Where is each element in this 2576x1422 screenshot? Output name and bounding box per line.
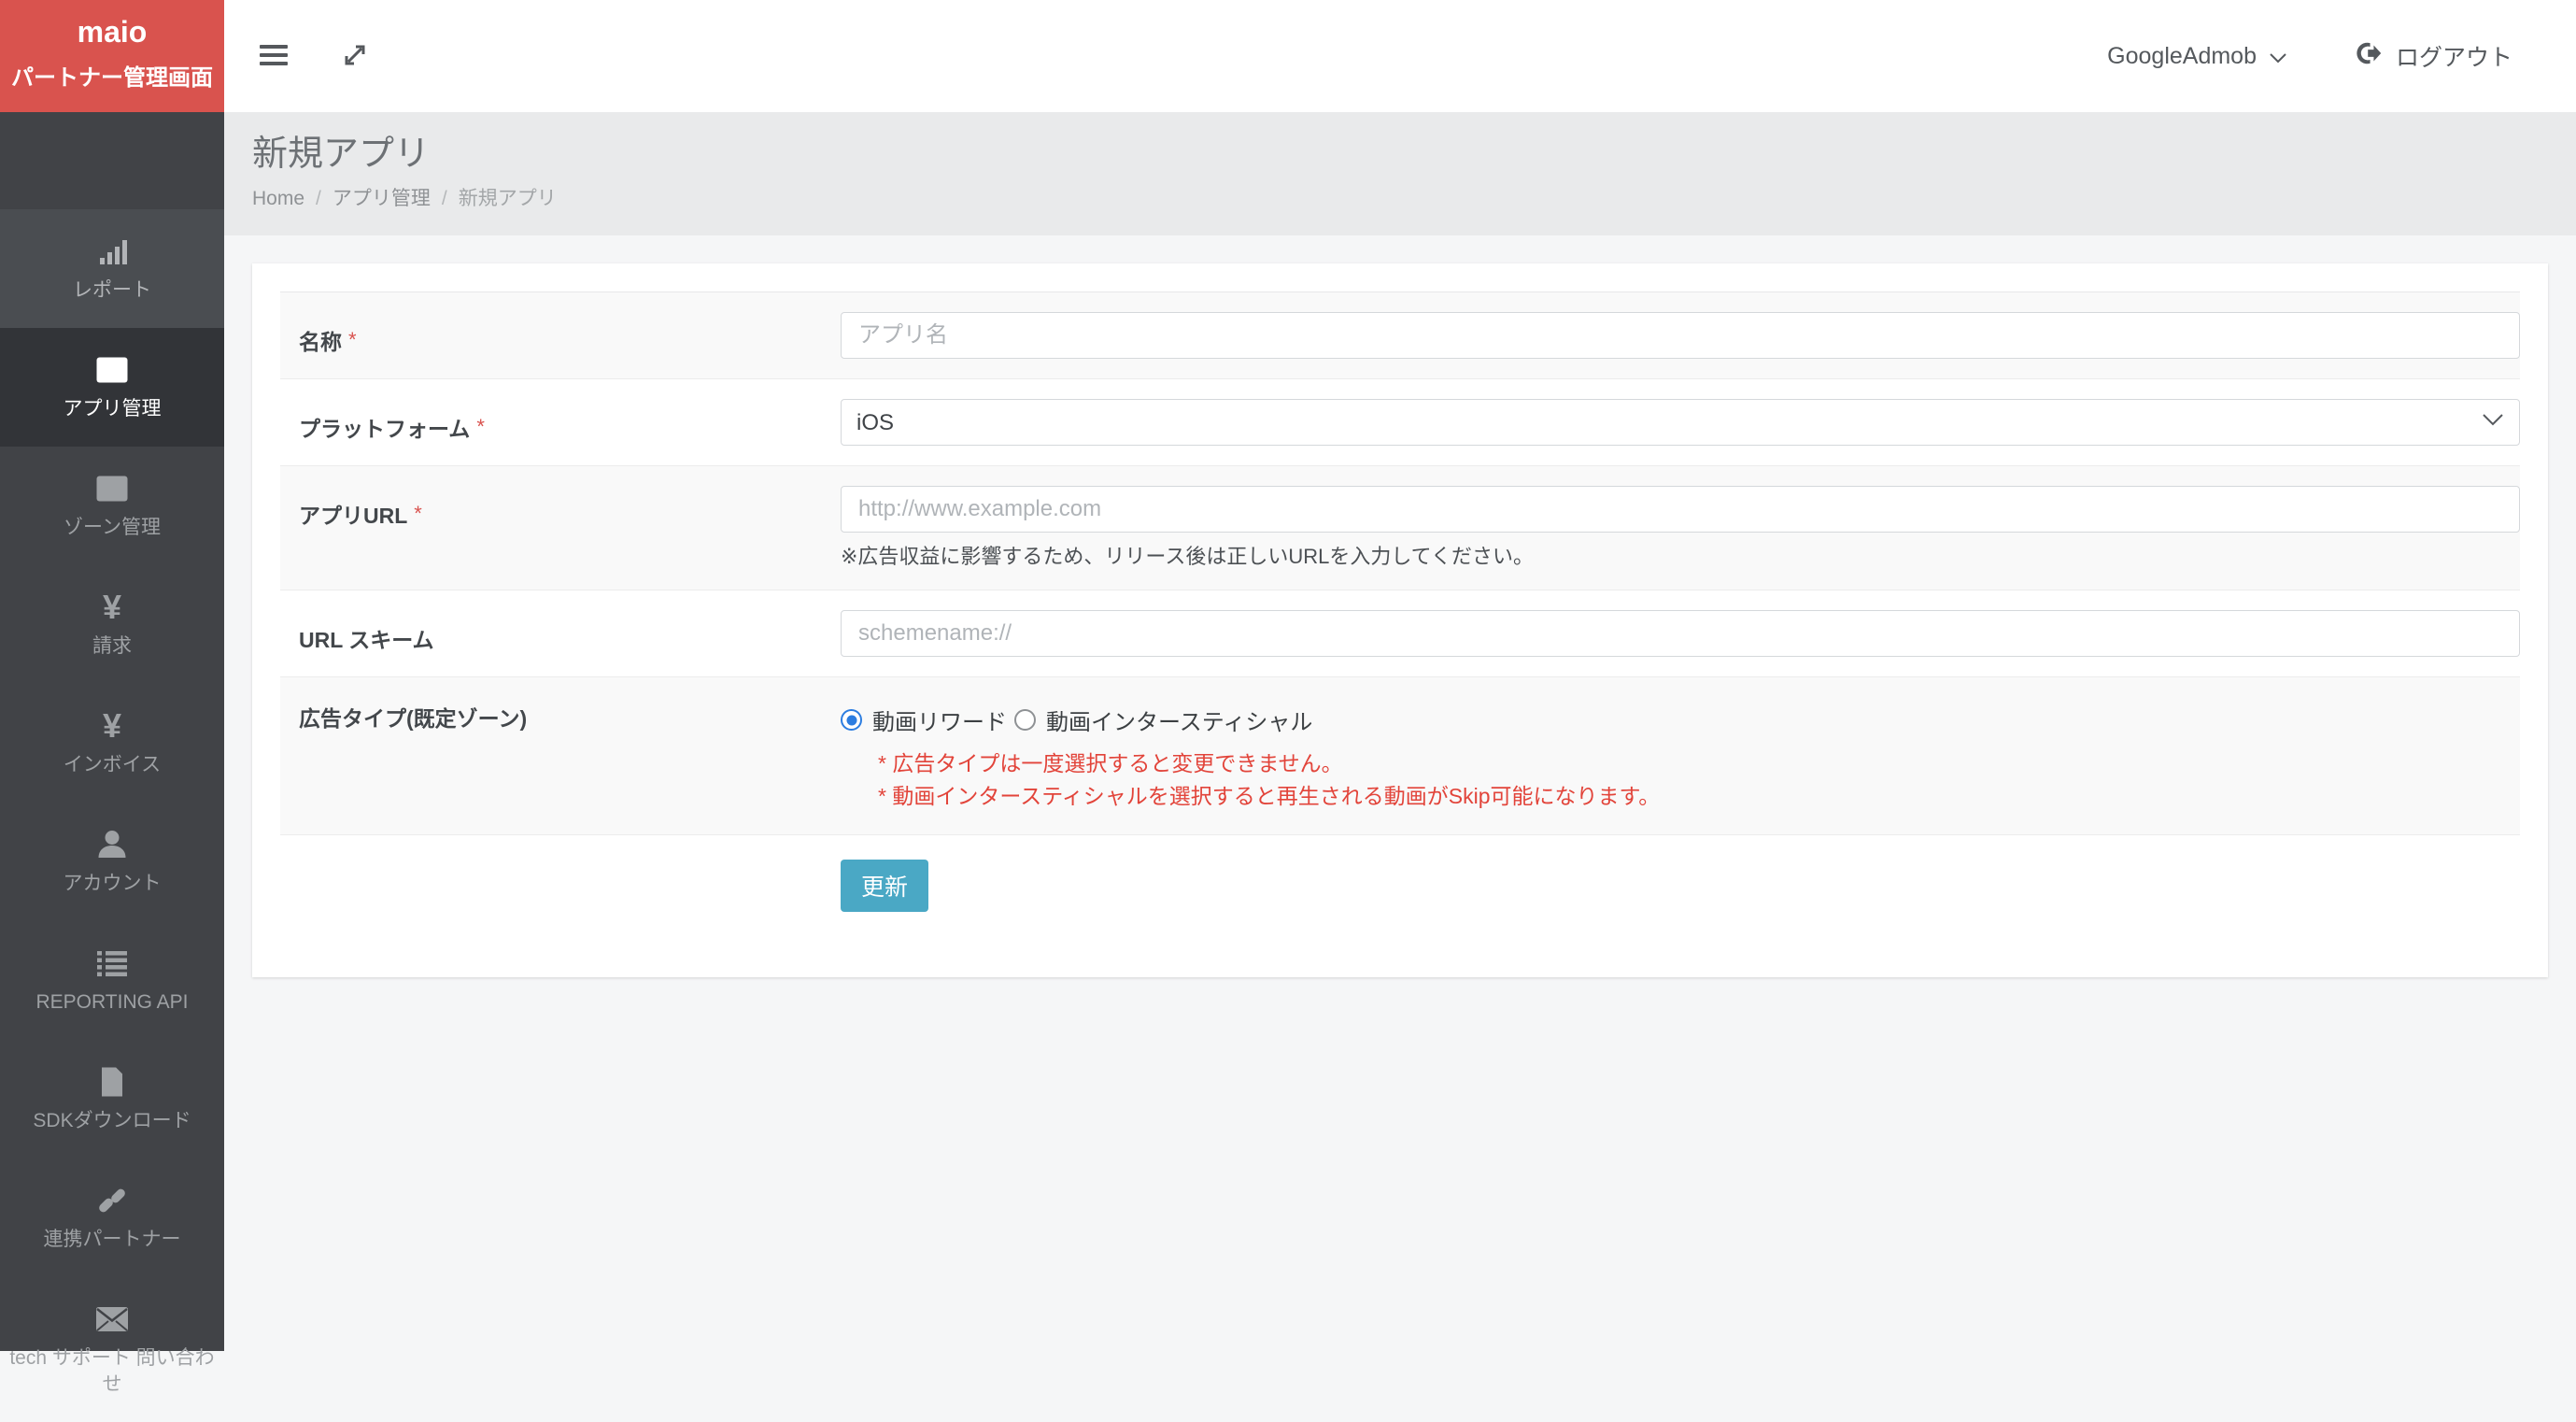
list-alt-icon xyxy=(9,352,215,388)
topbar: GoogleAdmob ログアウト xyxy=(224,0,2576,112)
page-head: 新規アプリ Home / アプリ管理 / 新規アプリ xyxy=(224,112,2576,235)
submit-button[interactable]: 更新 xyxy=(841,860,928,912)
app-url-label: アプリURL* xyxy=(280,486,841,570)
breadcrumb: Home / アプリ管理 / 新規アプリ xyxy=(252,183,2548,211)
platform-label: プラットフォーム* xyxy=(280,399,841,446)
sidebar-item-account[interactable]: アカウント xyxy=(0,803,224,921)
radio-option-video-reward[interactable]: 動画リワード xyxy=(841,704,1007,736)
form-row-name: 名称* xyxy=(280,292,2520,379)
sidebar-item-report[interactable]: レポート xyxy=(0,209,224,328)
radio-option-video-interstitial[interactable]: 動画インタースティシャル xyxy=(1014,704,1312,736)
form-row-platform: プラットフォーム* iOS xyxy=(280,379,2520,466)
account-menu[interactable]: GoogleAdmob xyxy=(2107,43,2286,70)
file-download-icon xyxy=(9,1064,215,1100)
sidebar-item-label: REPORTING API xyxy=(9,989,215,1016)
list-icon xyxy=(9,946,215,981)
sidebar-item-label: レポート xyxy=(9,277,215,304)
sidebar-item-label: 連携パートナー xyxy=(9,1227,215,1253)
form-row-app-url: アプリURL* ※広告収益に影響するため、リリース後は正しいURLを入力してくだ… xyxy=(280,466,2520,590)
chevron-down-icon xyxy=(2270,43,2286,70)
sidebar-item-label: アカウント xyxy=(9,871,215,897)
sign-out-icon xyxy=(2356,40,2382,73)
app-root: maio パートナー管理画面 レポートアプリ管理ゾーン管理¥請求¥インボイスアカ… xyxy=(0,0,2576,1351)
logo[interactable]: maio パートナー管理画面 xyxy=(0,0,224,112)
ad-type-note: * 広告タイプは一度選択すると変更できません。 xyxy=(878,747,2520,780)
bar-chart-icon xyxy=(9,234,215,269)
main-area: GoogleAdmob ログアウト xyxy=(224,0,2576,1351)
sidebar-nav: レポートアプリ管理ゾーン管理 ¥ 請求 ¥ インボイスアカウント REPORTING AP… xyxy=(0,112,224,1422)
url-scheme-input[interactable] xyxy=(841,610,2520,657)
ad-type-label: 広告タイプ(既定ゾーン) xyxy=(280,697,841,815)
form-row-url-scheme: URL スキーム xyxy=(280,590,2520,677)
ad-type-notes: * 広告タイプは一度選択すると変更できません。 * 動画インタースティシャルを選… xyxy=(878,747,2520,813)
yen-icon: ¥ xyxy=(9,708,215,744)
breadcrumb-item: 新規アプリ xyxy=(459,188,557,209)
sidebar-item-sdk-download[interactable]: SDKダウンロード xyxy=(0,1040,224,1159)
form-card: 名称* プラットフォーム* iOS xyxy=(252,263,2548,977)
sidebar-item-zone-management[interactable]: ゾーン管理 xyxy=(0,447,224,565)
logo-title: maio xyxy=(0,15,224,49)
sidebar-item-label: ゾーン管理 xyxy=(9,515,215,541)
required-marker: * xyxy=(414,502,422,525)
sidebar-item-label: SDKダウンロード xyxy=(9,1108,215,1134)
expand-icon xyxy=(342,57,368,71)
sidebar-toggle-button[interactable] xyxy=(250,31,297,82)
form-row-ad-type: 広告タイプ(既定ゾーン) 動画リワード 動画インタースティシャル xyxy=(280,677,2520,835)
fullscreen-button[interactable] xyxy=(333,33,377,80)
envelope-icon xyxy=(9,1301,215,1337)
list-alt-icon xyxy=(9,471,215,506)
breadcrumb-separator: / xyxy=(316,188,321,209)
required-marker: * xyxy=(476,415,485,438)
breadcrumb-separator: / xyxy=(442,188,447,209)
app-url-input[interactable] xyxy=(841,486,2520,533)
sidebar-item-app-management[interactable]: アプリ管理 xyxy=(0,328,224,447)
sidebar-item-label: tech サポート 問い合わせ xyxy=(9,1345,215,1398)
page-title: 新規アプリ xyxy=(252,133,2548,176)
sidebar-item-label: アプリ管理 xyxy=(9,396,215,422)
topbar-right: GoogleAdmob ログアウト xyxy=(2107,39,2512,73)
user-icon xyxy=(9,827,215,862)
radio-unchecked-icon[interactable] xyxy=(1014,709,1036,731)
sidebar-item-label: インボイス xyxy=(9,752,215,778)
hamburger-icon xyxy=(260,40,288,70)
account-name: GoogleAdmob xyxy=(2107,43,2257,70)
url-scheme-label: URL スキーム xyxy=(280,610,841,657)
ad-type-note: * 動画インタースティシャルを選択すると再生される動画がSkip可能になります。 xyxy=(878,780,2520,813)
sidebar: maio パートナー管理画面 レポートアプリ管理ゾーン管理 ¥ 請求 ¥ インボイスアカ… xyxy=(0,0,224,1351)
radio-checked-icon[interactable] xyxy=(841,709,862,731)
logo-subtitle: パートナー管理画面 xyxy=(0,65,224,92)
radio-option-label: 動画インタースティシャル xyxy=(1046,704,1312,736)
logout-label: ログアウト xyxy=(2396,39,2512,73)
sidebar-item-tech-support[interactable]: tech サポート 問い合わせ xyxy=(0,1277,224,1422)
ad-type-options: 動画リワード 動画インタースティシャル xyxy=(841,704,2520,736)
sidebar-item-invoice[interactable]: ¥ インボイス xyxy=(0,684,224,803)
name-label: 名称* xyxy=(280,312,841,359)
sidebar-item-reporting-api[interactable]: REPORTING API xyxy=(0,921,224,1040)
sidebar-item-label: 請求 xyxy=(9,633,215,660)
app-form: 名称* プラットフォーム* iOS xyxy=(280,292,2520,835)
radio-option-label: 動画リワード xyxy=(872,704,1007,736)
app-name-input[interactable] xyxy=(841,312,2520,359)
sidebar-item-billing[interactable]: ¥ 請求 xyxy=(0,565,224,684)
platform-select[interactable]: iOS xyxy=(841,399,2520,446)
breadcrumb-item[interactable]: アプリ管理 xyxy=(333,188,431,209)
yen-icon: ¥ xyxy=(9,590,215,625)
required-marker: * xyxy=(348,328,357,351)
logout-button[interactable]: ログアウト xyxy=(2356,39,2512,73)
breadcrumb-item[interactable]: Home xyxy=(252,188,304,209)
app-url-help-text: ※広告収益に影響するため、リリース後は正しいURLを入力してください。 xyxy=(841,544,2520,570)
sidebar-item-partner-link[interactable]: 連携パートナー xyxy=(0,1159,224,1277)
content: 名称* プラットフォーム* iOS xyxy=(224,235,2576,1351)
link-icon xyxy=(9,1183,215,1218)
